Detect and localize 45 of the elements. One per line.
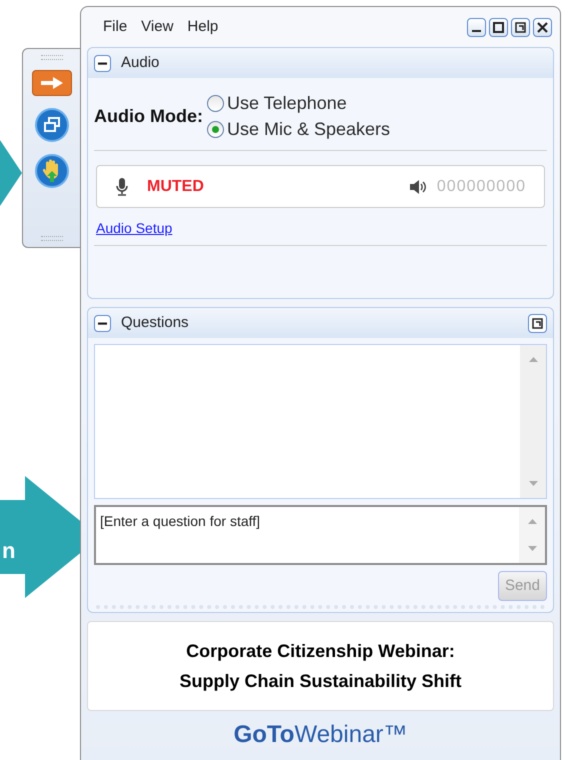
minimize-button[interactable] [467,18,486,36]
radio-button[interactable] [206,120,224,138]
restore-icon [532,318,543,328]
restore-button[interactable] [511,18,530,36]
brand-logo: GoToWebinar™ [234,720,408,750]
menu-item[interactable]: View [141,16,174,38]
scroll-down-icon [528,481,538,486]
callout-text: n [2,540,16,562]
radio-option[interactable]: Use Mic & Speakers [206,116,390,142]
audio-mode-label: Audio Mode: [94,104,203,128]
windows-icon [43,117,61,133]
scroll-down-icon [528,546,536,551]
restore-icon [515,22,526,32]
collapse-button[interactable] [94,54,111,72]
audio-setup-link[interactable]: Audio Setup [96,218,172,239]
menu-item[interactable]: File [103,16,128,38]
webinar-title: Corporate Citizenship Webinar: [186,640,455,663]
menu-item[interactable]: Help [187,16,218,38]
grip-icon [41,236,63,241]
panel-title: Questions [121,312,189,333]
close-icon [537,22,548,32]
minimize-icon [472,30,481,32]
speaker-level: 000000000 [436,176,526,196]
arrow-icon [39,76,65,90]
popout-button[interactable] [528,314,547,332]
close-button[interactable] [533,18,552,36]
speaker-icon [408,180,427,194]
exit-button[interactable] [32,70,72,96]
maximize-button[interactable] [489,18,508,36]
scroll-up-icon [528,357,538,362]
scrollbar[interactable] [519,507,545,563]
mic-status: MUTED [147,176,204,196]
raise-hand-button[interactable] [35,154,69,188]
scrollbar[interactable] [520,345,546,498]
radio-option[interactable]: Use Telephone [206,90,390,116]
webinar-title: Supply Chain Sustainability Shift [179,670,462,693]
maximize-icon [493,22,504,32]
windows-button[interactable] [35,108,69,142]
grip-icon [41,55,63,60]
radio-button[interactable] [206,94,224,112]
panel-title: Audio [121,52,160,73]
collapse-button[interactable] [94,314,111,332]
arrow-shape [0,140,22,206]
scroll-up-icon [528,519,536,524]
microphone-icon [115,178,129,196]
